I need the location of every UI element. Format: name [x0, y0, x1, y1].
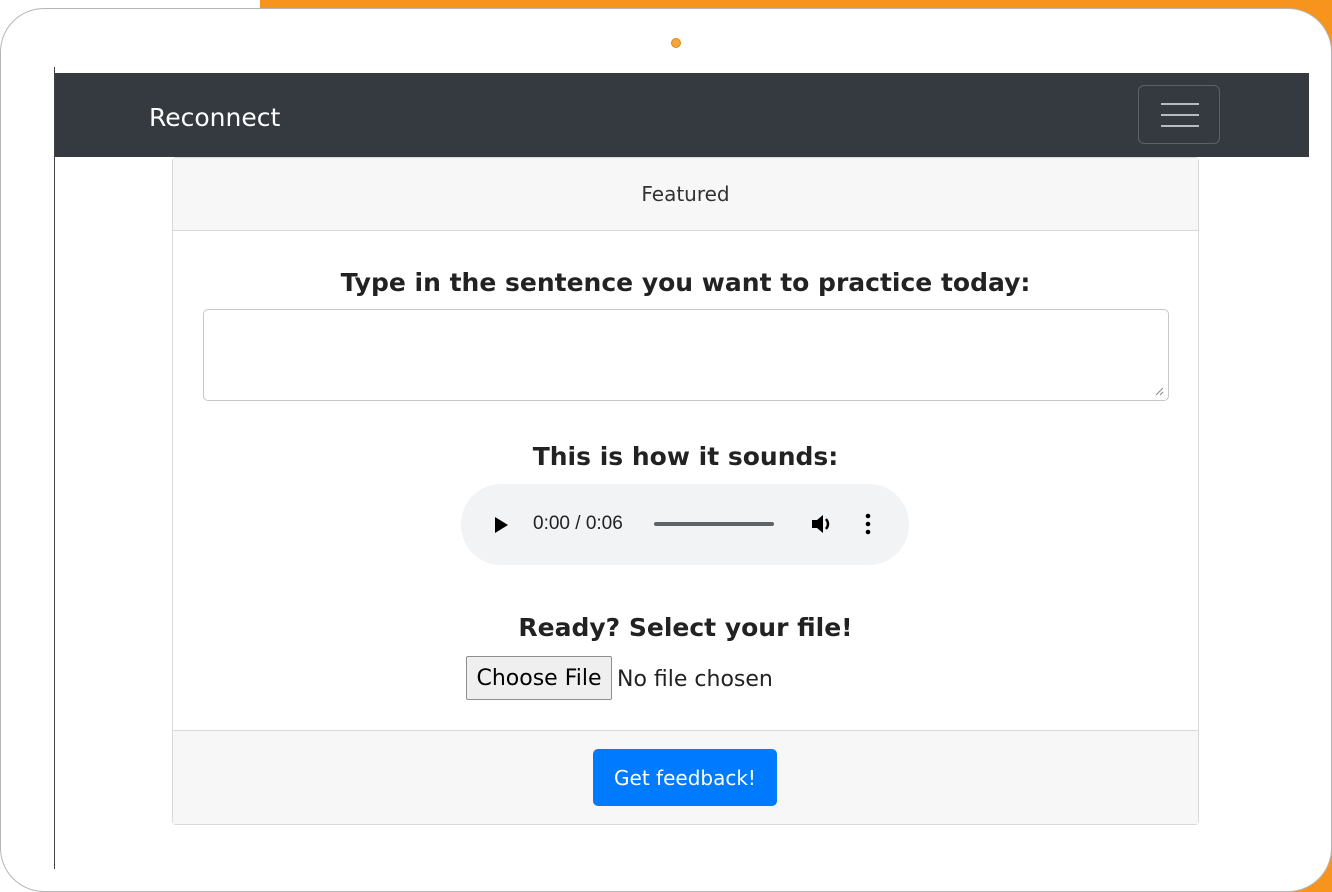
audio-heading: This is how it sounds: [532, 442, 839, 471]
choose-file-button[interactable]: Choose File [466, 656, 612, 700]
get-feedback-button[interactable]: Get feedback! [593, 749, 777, 806]
card-header: Featured [173, 158, 1198, 231]
volume-icon[interactable] [810, 512, 836, 536]
audio-time-display: 0:00 / 0:06 [533, 513, 623, 534]
navbar-brand[interactable]: Reconnect [149, 103, 280, 132]
file-status-text: No file chosen [617, 667, 773, 692]
navbar: Reconnect [55, 73, 1309, 157]
screen: Reconnect Featured Type in the sentence … [54, 67, 1309, 869]
more-options-icon[interactable] [863, 512, 873, 536]
sentence-textarea[interactable] [203, 309, 1169, 401]
audio-progress-slider[interactable] [654, 522, 774, 526]
tablet-frame: Reconnect Featured Type in the sentence … [0, 8, 1332, 892]
resize-grip-icon[interactable] [1154, 386, 1164, 396]
audio-player: 0:00 / 0:06 [461, 484, 909, 565]
card-footer: Get feedback! [173, 730, 1198, 824]
play-icon[interactable] [495, 517, 508, 533]
camera-dot [671, 38, 681, 48]
practice-card: Featured Type in the sentence you want t… [172, 157, 1199, 825]
sentence-prompt-heading: Type in the sentence you want to practic… [340, 268, 1031, 297]
navbar-toggler-button[interactable] [1138, 85, 1220, 144]
upload-heading: Ready? Select your file! [518, 613, 853, 642]
